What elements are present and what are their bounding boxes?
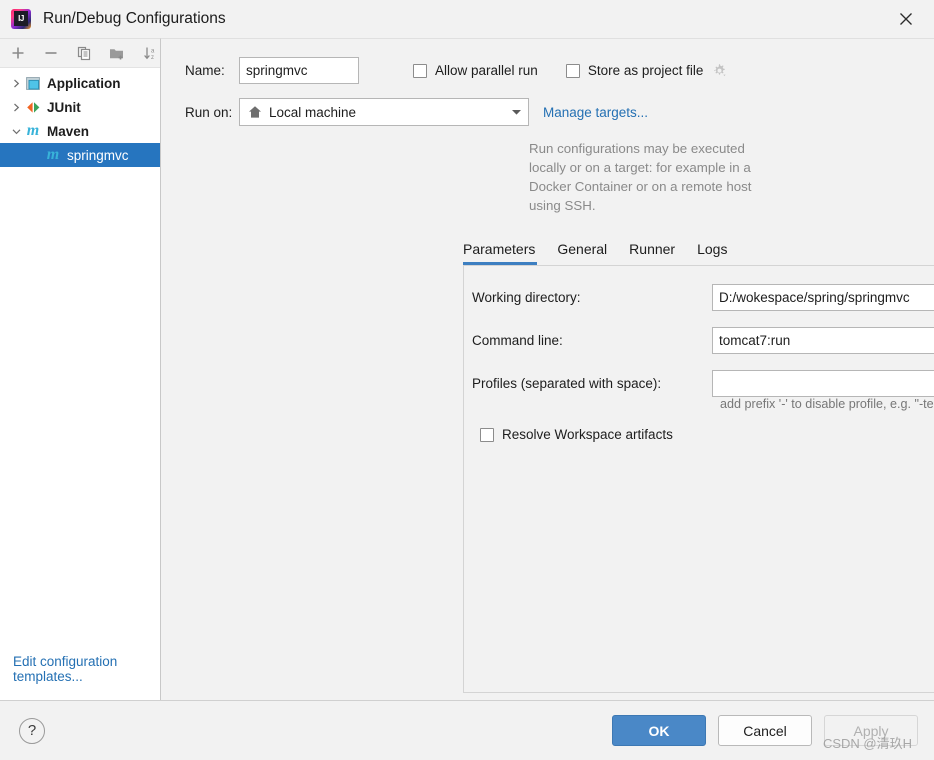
edit-configuration-templates-link[interactable]: Edit configuration templates... [0,654,160,700]
tree-indent-spacer [8,147,24,163]
tree-toolbar: a z [0,39,160,68]
parameters-tab-panel: Working directory: Command line: [463,265,934,693]
profiles-row: Profiles (separated with space): [464,370,934,397]
configuration-header-form: Name: Allow parallel run Store as projec… [161,39,934,215]
run-on-value: Local machine [269,104,357,120]
tree-item-maven[interactable]: m Maven [0,119,160,143]
name-row: Name: Allow parallel run Store as projec… [161,57,934,84]
sort-alphabetical-icon[interactable]: a z [140,43,160,63]
tab-parameters[interactable]: Parameters [463,237,547,265]
help-button[interactable]: ? [19,717,45,744]
close-icon[interactable] [878,0,934,38]
chevron-down-glyph [512,110,521,115]
maven-m-glyph: m [26,122,40,139]
tree-item-label: springmvc [67,147,129,163]
chevron-right-icon[interactable] [8,99,24,115]
application-window-icon [24,75,42,91]
copy-glyph [77,46,90,60]
gear-dropdown-icon[interactable] [711,62,728,79]
intellij-idea-logo [11,9,31,29]
store-as-project-file-label[interactable]: Store as project file [588,63,704,78]
minus-icon[interactable] [41,43,61,63]
configuration-tabs[interactable]: Parameters General Runner Logs [161,237,934,265]
maven-icon: m [24,123,42,139]
application-glyph [26,76,40,90]
window-title: Run/Debug Configurations [43,10,226,27]
plus-glyph [12,47,24,59]
resolve-workspace-artifacts-label[interactable]: Resolve Workspace artifacts [502,427,673,442]
tree-item-label: Application [47,75,121,91]
chevron-right-icon[interactable] [8,75,24,91]
home-glyph [249,106,261,118]
apply-button: Apply [824,715,918,746]
chevron-right-glyph [13,79,19,87]
close-glyph [900,13,912,25]
profiles-label: Profiles (separated with space): [472,376,662,391]
configurations-tree[interactable]: Application JUnit m Maven m springmvc [0,68,160,654]
name-input[interactable] [239,57,359,84]
svg-text:z: z [151,55,154,61]
tab-general[interactable]: General [557,237,619,265]
run-on-row: Run on: Local machine Manage targets... [161,98,934,126]
copy-icon[interactable] [74,43,94,63]
ok-button[interactable]: OK [612,715,706,746]
dialog-body: a z Application JUnit m Maven m springmv… [0,38,934,700]
tree-item-junit[interactable]: JUnit [0,95,160,119]
store-as-project-file-checkbox[interactable] [565,63,580,78]
manage-targets-link[interactable]: Manage targets... [543,105,648,120]
resolve-workspace-artifacts-checkbox[interactable] [480,427,494,442]
dialog-footer: ? OK Cancel Apply CSDN @清玖H [0,700,934,760]
allow-parallel-run-label[interactable]: Allow parallel run [435,63,538,78]
tree-item-springmvc[interactable]: m springmvc [0,143,160,167]
dialog-buttons: OK Cancel Apply [612,715,918,746]
working-directory-row: Working directory: [464,284,934,311]
chevron-down-icon[interactable] [8,123,24,139]
command-line-row: Command line: [464,327,934,354]
cancel-button[interactable]: Cancel [718,715,812,746]
junit-glyph [26,101,39,113]
command-line-input[interactable] [712,327,934,354]
sort-glyph: a z [143,47,155,61]
tree-item-label: JUnit [47,99,81,115]
run-on-label: Run on: [185,104,233,120]
name-label: Name: [185,63,225,78]
allow-parallel-run-checkbox[interactable] [413,63,427,78]
home-icon [248,105,262,119]
working-directory-label: Working directory: [472,290,581,305]
chevron-down-icon[interactable] [511,108,522,116]
tree-item-application[interactable]: Application [0,71,160,95]
tab-runner[interactable]: Runner [629,237,687,265]
folder-add-icon[interactable] [107,43,127,63]
maven-icon: m [44,147,62,163]
junit-icon [24,99,42,115]
command-line-label: Command line: [472,333,563,348]
run-on-description: Run configurations may be executed local… [529,141,752,213]
resolve-workspace-artifacts-row: Resolve Workspace artifacts [464,427,934,442]
svg-text:a: a [151,48,155,54]
plus-icon[interactable] [8,43,28,63]
minus-glyph [45,52,57,54]
run-on-dropdown[interactable]: Local machine [239,98,529,126]
tab-logs[interactable]: Logs [697,237,739,265]
configurations-tree-panel: a z Application JUnit m Maven m springmv… [0,38,161,700]
working-directory-input[interactable] [712,284,934,311]
tree-item-label: Maven [47,123,90,139]
chevron-down-glyph [12,128,20,134]
chevron-right-glyph [13,103,19,111]
folder-add-glyph [110,48,123,59]
gear-glyph [714,64,726,77]
configuration-editor-panel: Name: Allow parallel run Store as projec… [161,38,934,700]
profiles-input[interactable] [712,370,934,397]
window-titlebar: Run/Debug Configurations [0,0,934,38]
maven-m-glyph: m [46,146,60,163]
profiles-hint: add prefix '-' to disable profile, e.g. … [720,397,934,411]
